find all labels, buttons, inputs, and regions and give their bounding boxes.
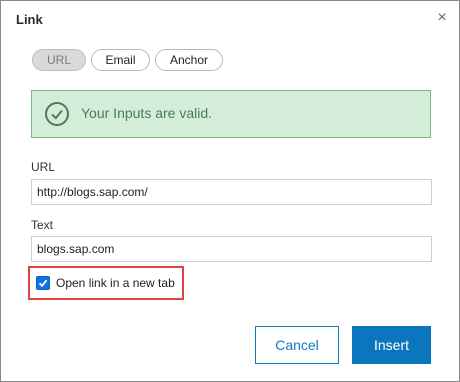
text-input[interactable]: [31, 236, 432, 262]
new-tab-label[interactable]: Open link in a new tab: [56, 276, 175, 290]
link-dialog: Link × URL Email Anchor Your Inputs are …: [0, 0, 460, 382]
dialog-title: Link: [16, 12, 43, 27]
checkmark-icon: [38, 279, 48, 288]
new-tab-checkbox[interactable]: [36, 276, 50, 290]
validation-alert: Your Inputs are valid.: [31, 90, 431, 138]
tab-anchor[interactable]: Anchor: [155, 49, 223, 71]
url-label: URL: [31, 160, 56, 174]
tab-url[interactable]: URL: [32, 49, 86, 71]
close-icon[interactable]: ×: [435, 10, 449, 26]
url-input[interactable]: [31, 179, 432, 205]
alert-message: Your Inputs are valid.: [81, 105, 213, 121]
text-label: Text: [31, 218, 54, 232]
check-circle-icon: [45, 102, 69, 126]
tab-email[interactable]: Email: [91, 49, 150, 71]
insert-button[interactable]: Insert: [352, 326, 431, 364]
cancel-button[interactable]: Cancel: [255, 326, 339, 364]
new-tab-highlight: Open link in a new tab: [28, 266, 184, 300]
